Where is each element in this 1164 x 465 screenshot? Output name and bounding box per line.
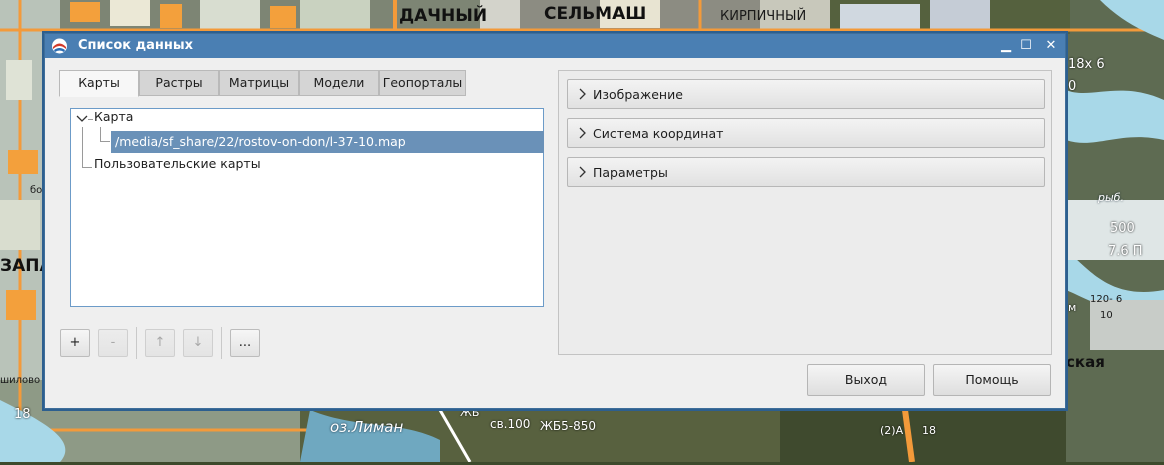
section-image-label: Изображение [593, 87, 683, 102]
map-label-2a: (2)А [880, 424, 904, 437]
tree-root-map[interactable]: Карта [94, 109, 133, 124]
tree-item-map-file[interactable]: /media/sf_share/22/rostov-on-don/l-37-10… [111, 131, 544, 153]
section-parameters-label: Параметры [593, 165, 668, 180]
map-label-0: 0 [1068, 79, 1077, 94]
section-parameters[interactable]: Параметры [567, 157, 1045, 187]
map-label-18x6: 18х 6 [1068, 57, 1105, 72]
maps-tree[interactable]: Карта /media/sf_share/22/rostov-on-don/l… [70, 108, 544, 307]
tree-branch-line [88, 119, 93, 120]
map-label-dachny: ДАЧНЫЙ [399, 6, 488, 26]
add-button[interactable]: + [60, 329, 90, 357]
tree-branch-line [100, 141, 110, 142]
close-button[interactable]: ✕ [1042, 37, 1060, 55]
tab-geoportals[interactable]: Геопорталы [379, 70, 466, 96]
more-button[interactable]: ... [230, 329, 260, 357]
tab-matrices[interactable]: Матрицы [219, 70, 299, 96]
tree-item-user-maps[interactable]: Пользовательские карты [94, 156, 261, 171]
remove-button[interactable]: - [98, 329, 128, 357]
chevron-down-icon[interactable] [76, 114, 88, 124]
toolbar-separator [136, 327, 137, 359]
title-bar[interactable]: Список данных ▁ ☐ ✕ [45, 34, 1065, 58]
map-label-skaya: ская [1066, 353, 1105, 371]
map-label-18-left: 18 [14, 407, 31, 422]
map-label-120: 120- 6 [1090, 294, 1123, 305]
minimize-button[interactable]: ▁ [997, 37, 1015, 55]
map-label-selmash: СЕЛЬМАШ [544, 4, 647, 24]
exit-button[interactable]: Выход [807, 364, 925, 396]
section-image[interactable]: Изображение [567, 79, 1045, 109]
map-label-ryb: рыб. [1098, 191, 1124, 204]
map-label-bo: бо [30, 185, 43, 196]
map-label-500: 500 [1110, 221, 1135, 236]
tree-branch-line [82, 167, 92, 168]
data-list-dialog: Список данных ▁ ☐ ✕ Карты Растры Матрицы… [44, 33, 1066, 409]
map-label-18-bottom: 18 [922, 424, 936, 437]
tree-item-map-file-label: /media/sf_share/22/rostov-on-don/l-37-10… [115, 134, 406, 149]
tree-branch-line [82, 127, 83, 167]
tab-models[interactable]: Модели [299, 70, 379, 96]
map-label-sv100: св.100 [490, 417, 531, 431]
map-label-kirpichny: КИРПИЧНЫЙ [720, 9, 807, 24]
section-coordinate-system[interactable]: Система координат [567, 118, 1045, 148]
tree-branch-line [100, 127, 101, 141]
window-title: Список данных [78, 38, 193, 53]
move-up-button[interactable]: ↑ [145, 329, 175, 357]
chevron-right-icon [579, 166, 586, 178]
maximize-button[interactable]: ☐ [1017, 37, 1035, 55]
map-label-10: 10 [1100, 310, 1113, 321]
map-label-shilovo: шилово [0, 375, 41, 386]
map-label-zhb: ЖБ5-850 [540, 419, 597, 433]
chevron-right-icon [579, 127, 586, 139]
help-button[interactable]: Помощь [933, 364, 1051, 396]
tab-maps[interactable]: Карты [59, 70, 139, 97]
app-logo-icon [52, 38, 67, 54]
toolbar-separator [221, 327, 222, 359]
chevron-right-icon [579, 88, 586, 100]
tab-rasters[interactable]: Растры [139, 70, 219, 96]
move-down-button[interactable]: ↓ [183, 329, 213, 357]
map-label-m: м [1068, 301, 1077, 314]
section-coordinate-system-label: Система координат [593, 126, 724, 141]
properties-panel: Изображение Система координат Параметры [558, 70, 1052, 355]
map-label-76p: 7.6 П [1108, 244, 1143, 259]
map-label-ozliman: оз.Лиман [330, 418, 404, 436]
